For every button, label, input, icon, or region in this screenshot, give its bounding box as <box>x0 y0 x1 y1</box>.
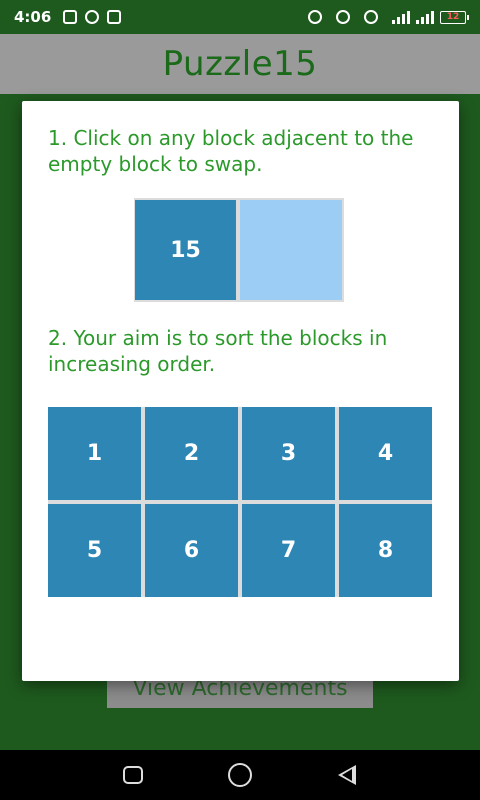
demo-tile: 15 <box>135 200 236 300</box>
mute-icon <box>364 10 378 24</box>
back-icon <box>337 765 356 785</box>
battery-icon: 12 <box>440 10 469 24</box>
app-notification-icon <box>107 10 122 24</box>
data-saver-icon <box>336 10 350 24</box>
demo-empty-tile <box>240 200 342 300</box>
demo-row: 15 <box>134 198 344 302</box>
back-button[interactable] <box>335 763 359 787</box>
step1-text: 1. Click on any block adjacent to the em… <box>48 126 414 176</box>
app-title: Puzzle15 <box>162 44 318 84</box>
alarm-icon <box>308 10 322 24</box>
grid-tile-7: 7 <box>242 504 335 597</box>
instructions-dialog[interactable]: 1. Click on any block adjacent to the em… <box>22 101 459 681</box>
home-icon <box>227 763 252 787</box>
notification-icon <box>63 10 78 24</box>
grid-tile-4: 4 <box>339 407 432 500</box>
grid-tile-6: 6 <box>145 504 238 597</box>
battery-level: 12 <box>446 12 460 22</box>
recent-apps-button[interactable] <box>121 763 145 787</box>
navigation-bar <box>0 750 480 800</box>
status-right: 12 <box>308 10 469 24</box>
grid-tile-2: 2 <box>145 407 238 500</box>
sorted-grid: 1 2 3 4 5 6 7 8 <box>48 407 432 597</box>
app-header: Puzzle15 <box>0 34 480 94</box>
signal-1-icon <box>392 10 410 24</box>
recent-apps-icon <box>123 766 144 784</box>
home-button[interactable] <box>227 763 252 787</box>
grid-tile-8: 8 <box>339 504 432 597</box>
grid-tile-3: 3 <box>242 407 335 500</box>
timer-icon <box>85 10 100 24</box>
status-time: 4:06 <box>14 8 52 26</box>
step2-text: 2. Your aim is to sort the blocks in inc… <box>48 326 388 376</box>
status-bar: 4:06 12 <box>0 0 480 34</box>
grid-tile-5: 5 <box>48 504 141 597</box>
grid-tile-1: 1 <box>48 407 141 500</box>
signal-2-icon <box>416 10 434 24</box>
